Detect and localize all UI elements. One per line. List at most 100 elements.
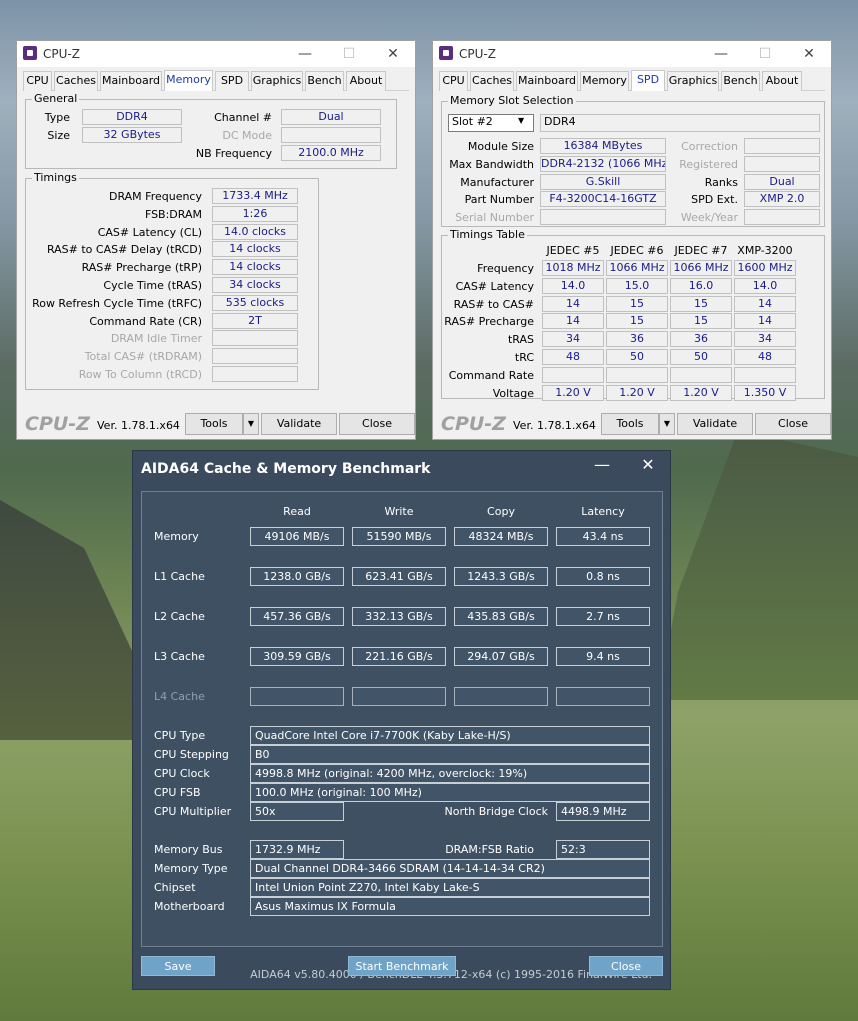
timings-cell: 15.0 <box>606 277 668 294</box>
minimize-icon[interactable]: — <box>283 43 327 65</box>
timings-cell: 1018 MHz <box>542 260 604 276</box>
tab-graphics[interactable]: Graphics <box>251 71 303 91</box>
tab-mainboard[interactable]: Mainboard <box>516 71 578 91</box>
tools-button[interactable]: Tools <box>185 413 243 435</box>
close-icon[interactable]: ✕ <box>371 43 415 65</box>
info-value: 1732.9 MHz <box>250 840 344 859</box>
timings-row-label: RAS# to CAS# <box>453 297 534 311</box>
timings-cell: 15 <box>606 295 668 312</box>
bench-value: 9.4 ns <box>556 647 650 666</box>
bench-value: 43.4 ns <box>556 527 650 546</box>
timings-cell <box>542 366 604 383</box>
bench-value: 51590 MB/s <box>352 527 446 546</box>
tab-spd[interactable]: SPD <box>631 70 665 91</box>
info-label: CPU FSB <box>154 786 201 799</box>
timings-cell <box>734 366 796 383</box>
timings-cell: 36 <box>606 331 668 348</box>
timing-value: 14 clocks <box>212 259 298 276</box>
tab-caches[interactable]: Caches <box>470 71 514 91</box>
bottom-bar: CPU-Z Ver. 1.78.1.x64 Tools ▼ Validate C… <box>17 409 415 439</box>
tab-caches[interactable]: Caches <box>54 71 98 91</box>
close-button[interactable]: Close <box>589 956 663 976</box>
channel-value: Dual <box>281 109 381 125</box>
info-value: B0 <box>250 745 650 764</box>
bench-value: 0.8 ns <box>556 567 650 586</box>
close-button[interactable]: Close <box>755 413 831 435</box>
validate-button[interactable]: Validate <box>261 413 337 435</box>
timings-row-label: CAS# Latency <box>455 279 534 293</box>
start-benchmark-button[interactable]: Start Benchmark <box>348 956 456 976</box>
tab-mainboard[interactable]: Mainboard <box>100 71 162 91</box>
timing-value <box>212 330 298 347</box>
tab-bench[interactable]: Bench <box>721 71 760 91</box>
timing-value: 14.0 clocks <box>212 223 298 240</box>
timing-value: 1733.4 MHz <box>212 188 298 204</box>
tab-graphics[interactable]: Graphics <box>667 71 719 91</box>
timings-cell: 14.0 <box>734 277 796 294</box>
timings-cell: 1.20 V <box>670 384 732 401</box>
tab-about[interactable]: About <box>762 71 802 91</box>
info-label: Chipset <box>154 881 196 894</box>
slot-info-label: Registered <box>679 157 738 171</box>
version-text: Ver. 1.78.1.x64 <box>513 419 596 432</box>
slot-info-value: Dual <box>744 173 820 190</box>
slot-info-value: DDR4-2132 (1066 MHz) <box>540 155 666 172</box>
timings-cell: 34 <box>542 331 604 348</box>
slot-type-value: DDR4 <box>540 114 820 132</box>
timing-value: 34 clocks <box>212 277 298 293</box>
tools-dropdown-icon[interactable]: ▼ <box>659 413 675 435</box>
timings-cell: 1066 MHz <box>670 260 732 276</box>
timing-label: RAS# to CAS# Delay (tRCD) <box>46 243 202 257</box>
info-label: CPU Clock <box>154 767 210 780</box>
validate-button[interactable]: Validate <box>677 413 753 435</box>
chevron-down-icon[interactable]: ▼ <box>518 116 524 125</box>
tab-bench[interactable]: Bench <box>305 71 344 91</box>
tab-cpu[interactable]: CPU <box>23 71 52 91</box>
info-value: 100.0 MHz (original: 100 MHz) <box>250 783 650 802</box>
tab-bar: CPU Caches Mainboard Memory SPD Graphics Bench… <box>23 70 409 91</box>
tab-spd[interactable]: SPD <box>215 71 249 91</box>
close-icon[interactable]: ✕ <box>787 43 831 65</box>
type-value: DDR4 <box>82 109 182 125</box>
title-bar[interactable]: CPU-Z — ☐ ✕ <box>433 41 831 67</box>
size-label: Size <box>47 129 70 142</box>
slot-info-label: Part Number <box>464 193 534 207</box>
timings-cell: 14 <box>542 313 604 330</box>
tools-button[interactable]: Tools <box>601 413 659 435</box>
slot-info-value <box>540 209 666 226</box>
slot-info-value: G.Skill <box>540 173 666 190</box>
timings-column-header: XMP-3200 <box>737 244 793 257</box>
timing-value <box>212 366 298 382</box>
column-header-read: Read <box>283 505 311 518</box>
cpuz-logo: CPU-Z <box>441 413 506 435</box>
benchmark-panel: AIDA64 v5.80.4000 / BenchDLL 4.3.712-x64… <box>141 491 663 981</box>
timings-row-label: tRC <box>514 351 534 364</box>
minimize-icon[interactable]: — <box>587 455 617 474</box>
bench-row-label: L2 Cache <box>154 610 205 623</box>
timings-cell <box>670 366 732 383</box>
timings-cell: 1.20 V <box>606 384 668 401</box>
tab-memory[interactable]: Memory <box>580 71 629 91</box>
info-value: Dual Channel DDR4-3466 SDRAM (14-14-14-3… <box>250 859 650 878</box>
timings-cell: 36 <box>670 331 732 348</box>
minimize-icon[interactable]: — <box>699 43 743 65</box>
cpuz-window-memory: CPU-Z — ☐ ✕ CPU Caches Mainboard Memory SPD G… <box>16 40 416 440</box>
tools-dropdown-icon[interactable]: ▼ <box>243 413 259 435</box>
timings-cell: 16.0 <box>670 277 732 294</box>
timing-label: Cycle Time (tRAS) <box>103 279 202 292</box>
title-bar[interactable]: CPU-Z — ☐ ✕ <box>17 41 415 67</box>
tab-about[interactable]: About <box>346 71 386 91</box>
close-button[interactable]: Close <box>339 413 415 435</box>
save-button[interactable]: Save <box>141 956 215 976</box>
maximize-icon: ☐ <box>758 46 772 62</box>
tab-bar: CPU Caches Mainboard Memory SPD Graphics Bench… <box>439 70 825 91</box>
slot-info-label: Manufacturer <box>460 175 534 189</box>
tab-cpu[interactable]: CPU <box>439 71 468 91</box>
info-label: CPU Stepping <box>154 748 229 761</box>
bench-value: 221.16 GB/s <box>352 647 446 666</box>
close-icon[interactable]: ✕ <box>633 455 663 474</box>
info-value: Intel Union Point Z270, Intel Kaby Lake-… <box>250 878 650 897</box>
timings-cell: 15 <box>606 313 668 330</box>
slot-info-value <box>744 155 820 172</box>
tab-memory[interactable]: Memory <box>164 70 213 91</box>
